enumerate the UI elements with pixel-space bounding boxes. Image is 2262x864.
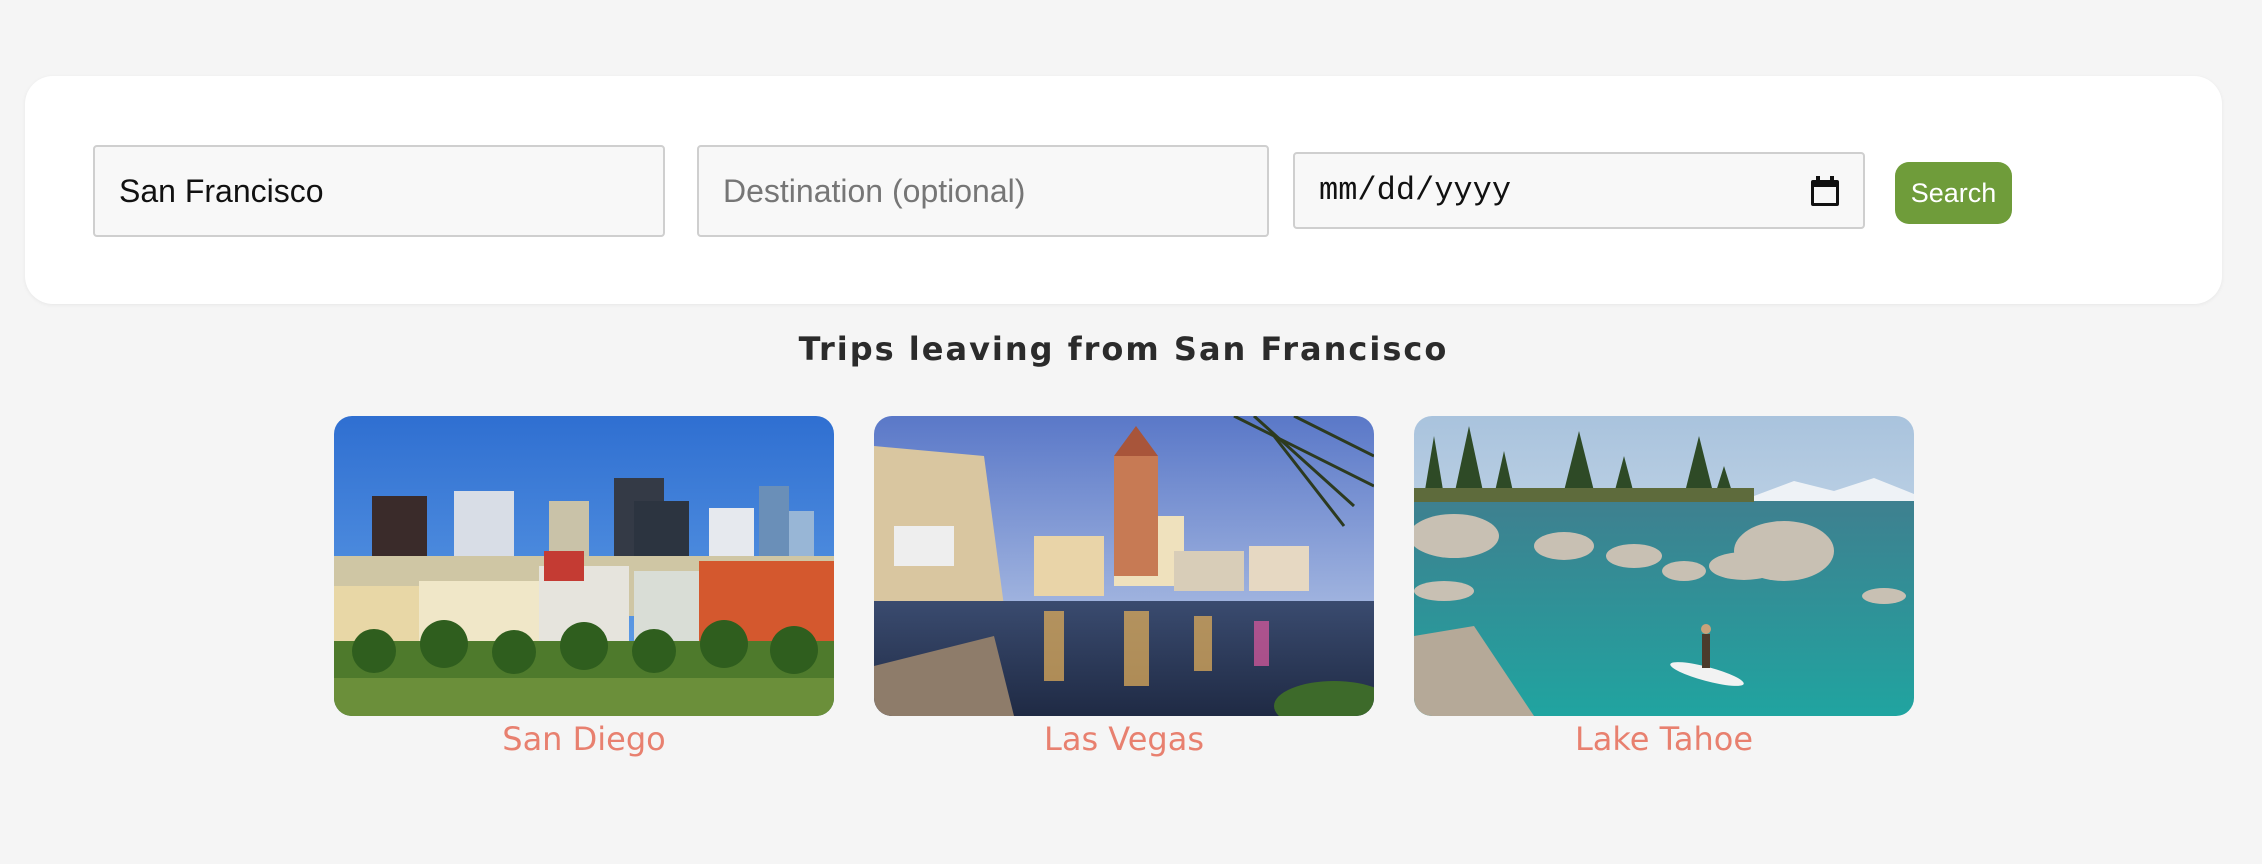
trip-label[interactable]: San Diego: [334, 720, 834, 758]
search-button[interactable]: Search: [1895, 162, 2012, 224]
origin-input-value: San Francisco: [119, 172, 324, 209]
destination-input[interactable]: Destination (optional): [697, 145, 1269, 237]
calendar-icon[interactable]: [1811, 175, 1839, 206]
origin-input[interactable]: San Francisco: [93, 145, 665, 237]
destination-input-placeholder: Destination (optional): [723, 172, 1026, 209]
trip-card-san-diego[interactable]: San Diego: [334, 416, 834, 758]
date-input[interactable]: mm/dd/yyyy: [1293, 152, 1865, 229]
trip-label[interactable]: Las Vegas: [874, 720, 1374, 758]
city-skyline-photo[interactable]: [334, 416, 834, 716]
trip-label[interactable]: Lake Tahoe: [1414, 720, 1914, 758]
trip-card-las-vegas[interactable]: Las Vegas: [874, 416, 1374, 758]
search-panel: San Francisco Destination (optional) mm/…: [25, 76, 2222, 304]
date-input-placeholder: mm/dd/yyyy: [1319, 172, 1512, 209]
strip-canal-photo[interactable]: [874, 416, 1374, 716]
trip-card-lake-tahoe[interactable]: Lake Tahoe: [1414, 416, 1914, 758]
page-heading: Trips leaving from San Francisco: [798, 330, 1449, 368]
lake-boulders-photo[interactable]: [1414, 416, 1914, 716]
